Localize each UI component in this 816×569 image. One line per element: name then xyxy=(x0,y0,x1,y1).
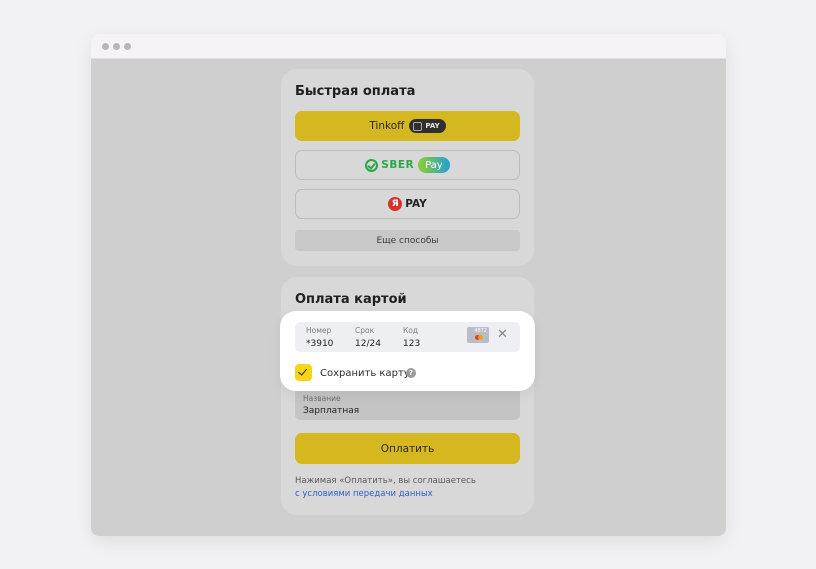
card-cvc-label: Код xyxy=(403,326,419,335)
window-titlebar xyxy=(91,34,726,59)
card-name-label: Название xyxy=(303,394,341,403)
card-expiry-label: Срок xyxy=(355,326,375,335)
card-name-field[interactable]: Название Зарплатная xyxy=(295,390,520,420)
saved-card-panel: Номер *3910 Срок 12/24 Код 123 4872 ✕ Со… xyxy=(280,311,535,391)
mastercard-icon: 4872 xyxy=(467,327,489,343)
save-card-label[interactable]: Сохранить карту xyxy=(320,368,410,379)
window-maximize-dot[interactable] xyxy=(124,43,131,50)
yandex-logo-icon: Я xyxy=(388,197,403,211)
card-cvc-value: 123 xyxy=(403,339,421,349)
more-methods-button[interactable]: Еще способы xyxy=(295,230,520,251)
quick-pay-card: Быстрая оплата Tinkoff PAY SBER Pay Я PA… xyxy=(281,69,534,266)
tinkoff-logo-icon xyxy=(413,121,423,131)
yandex-pay-label: PAY xyxy=(405,198,427,210)
saved-card-row[interactable]: Номер *3910 Срок 12/24 Код 123 4872 ✕ xyxy=(295,322,520,352)
card-expiry-field: Срок 12/24 xyxy=(355,326,381,349)
terms-link[interactable]: с условиями передачи данных xyxy=(295,489,433,499)
card-number-value: *3910 xyxy=(306,339,334,349)
window-minimize-dot[interactable] xyxy=(113,43,120,50)
card-expiry-value: 12/24 xyxy=(355,339,381,349)
browser-window: Быстрая оплата Tinkoff PAY SBER Pay Я PA… xyxy=(91,34,726,536)
help-icon[interactable]: ? xyxy=(406,368,416,378)
card-number-label: Номер xyxy=(306,326,332,335)
tinkoff-badge-text: PAY xyxy=(425,122,440,130)
pay-button[interactable]: Оплатить xyxy=(295,433,520,464)
sber-logo-icon xyxy=(365,158,379,172)
card-pay-title: Оплата картой xyxy=(295,292,407,307)
save-card-checkbox[interactable] xyxy=(295,364,312,381)
sber-pay-badge: Pay xyxy=(418,157,450,173)
tinkoff-label: Tinkoff xyxy=(369,120,405,132)
sber-pay-button[interactable]: SBER Pay xyxy=(295,150,520,180)
mastercard-orange-circle xyxy=(478,335,483,340)
quick-pay-title: Быстрая оплата xyxy=(295,84,416,99)
card-number-field: Номер *3910 xyxy=(306,326,333,349)
terms-text: Нажимая «Оплатить», вы соглашаетесь xyxy=(295,476,476,486)
close-icon[interactable]: ✕ xyxy=(497,328,508,341)
card-cvc-field: Код 123 xyxy=(403,326,420,349)
card-brand-number: 4872 xyxy=(474,328,487,334)
tinkoff-pay-badge: PAY xyxy=(409,119,446,133)
sber-label: SBER xyxy=(381,159,415,171)
card-name-value: Зарплатная xyxy=(303,406,360,416)
tinkoff-pay-button[interactable]: Tinkoff PAY xyxy=(295,111,520,141)
yandex-pay-button[interactable]: Я PAY xyxy=(295,189,520,219)
window-close-dot[interactable] xyxy=(102,43,109,50)
